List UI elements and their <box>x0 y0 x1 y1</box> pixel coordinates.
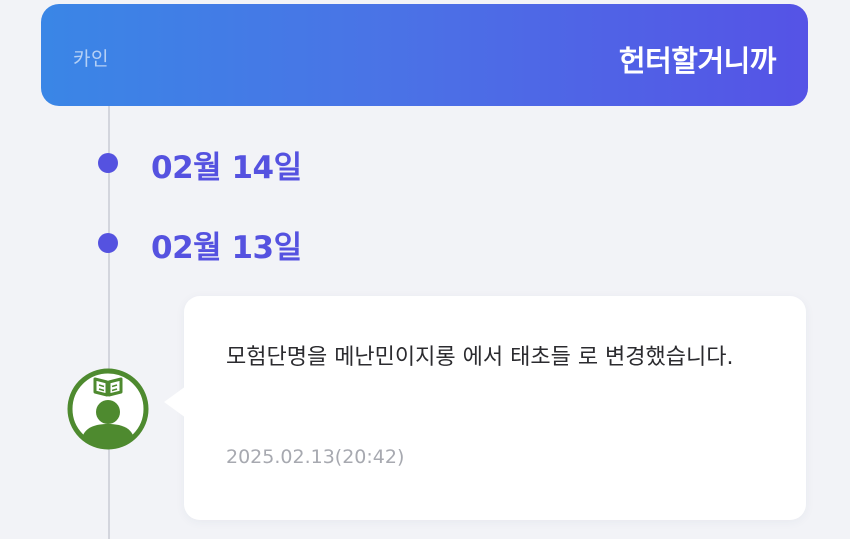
history-timestamp: 2025.02.13(20:42) <box>226 446 405 468</box>
timeline-date-label: 02월 14일 <box>151 150 302 186</box>
character-name: 헌터할거니까 <box>618 44 777 78</box>
timeline-date-label: 02월 13일 <box>151 230 302 266</box>
history-message: 모험단명을 메난민이지롱 에서 태초들 로 변경했습니다. <box>226 345 734 370</box>
timeline-dot <box>98 233 118 253</box>
history-page: 카인 헌터할거니까 02월 14일 02월 13일 모험단명을 메난민이지롱 에… <box>0 0 850 539</box>
speech-bubble-tail <box>164 386 186 418</box>
server-name: 카인 <box>73 48 109 70</box>
character-header: 카인 헌터할거니까 <box>41 4 808 106</box>
timeline-dot <box>98 153 118 173</box>
reader-book-icon <box>66 367 150 451</box>
history-entry-card: 모험단명을 메난민이지롱 에서 태초들 로 변경했습니다. 2025.02.13… <box>164 296 806 520</box>
